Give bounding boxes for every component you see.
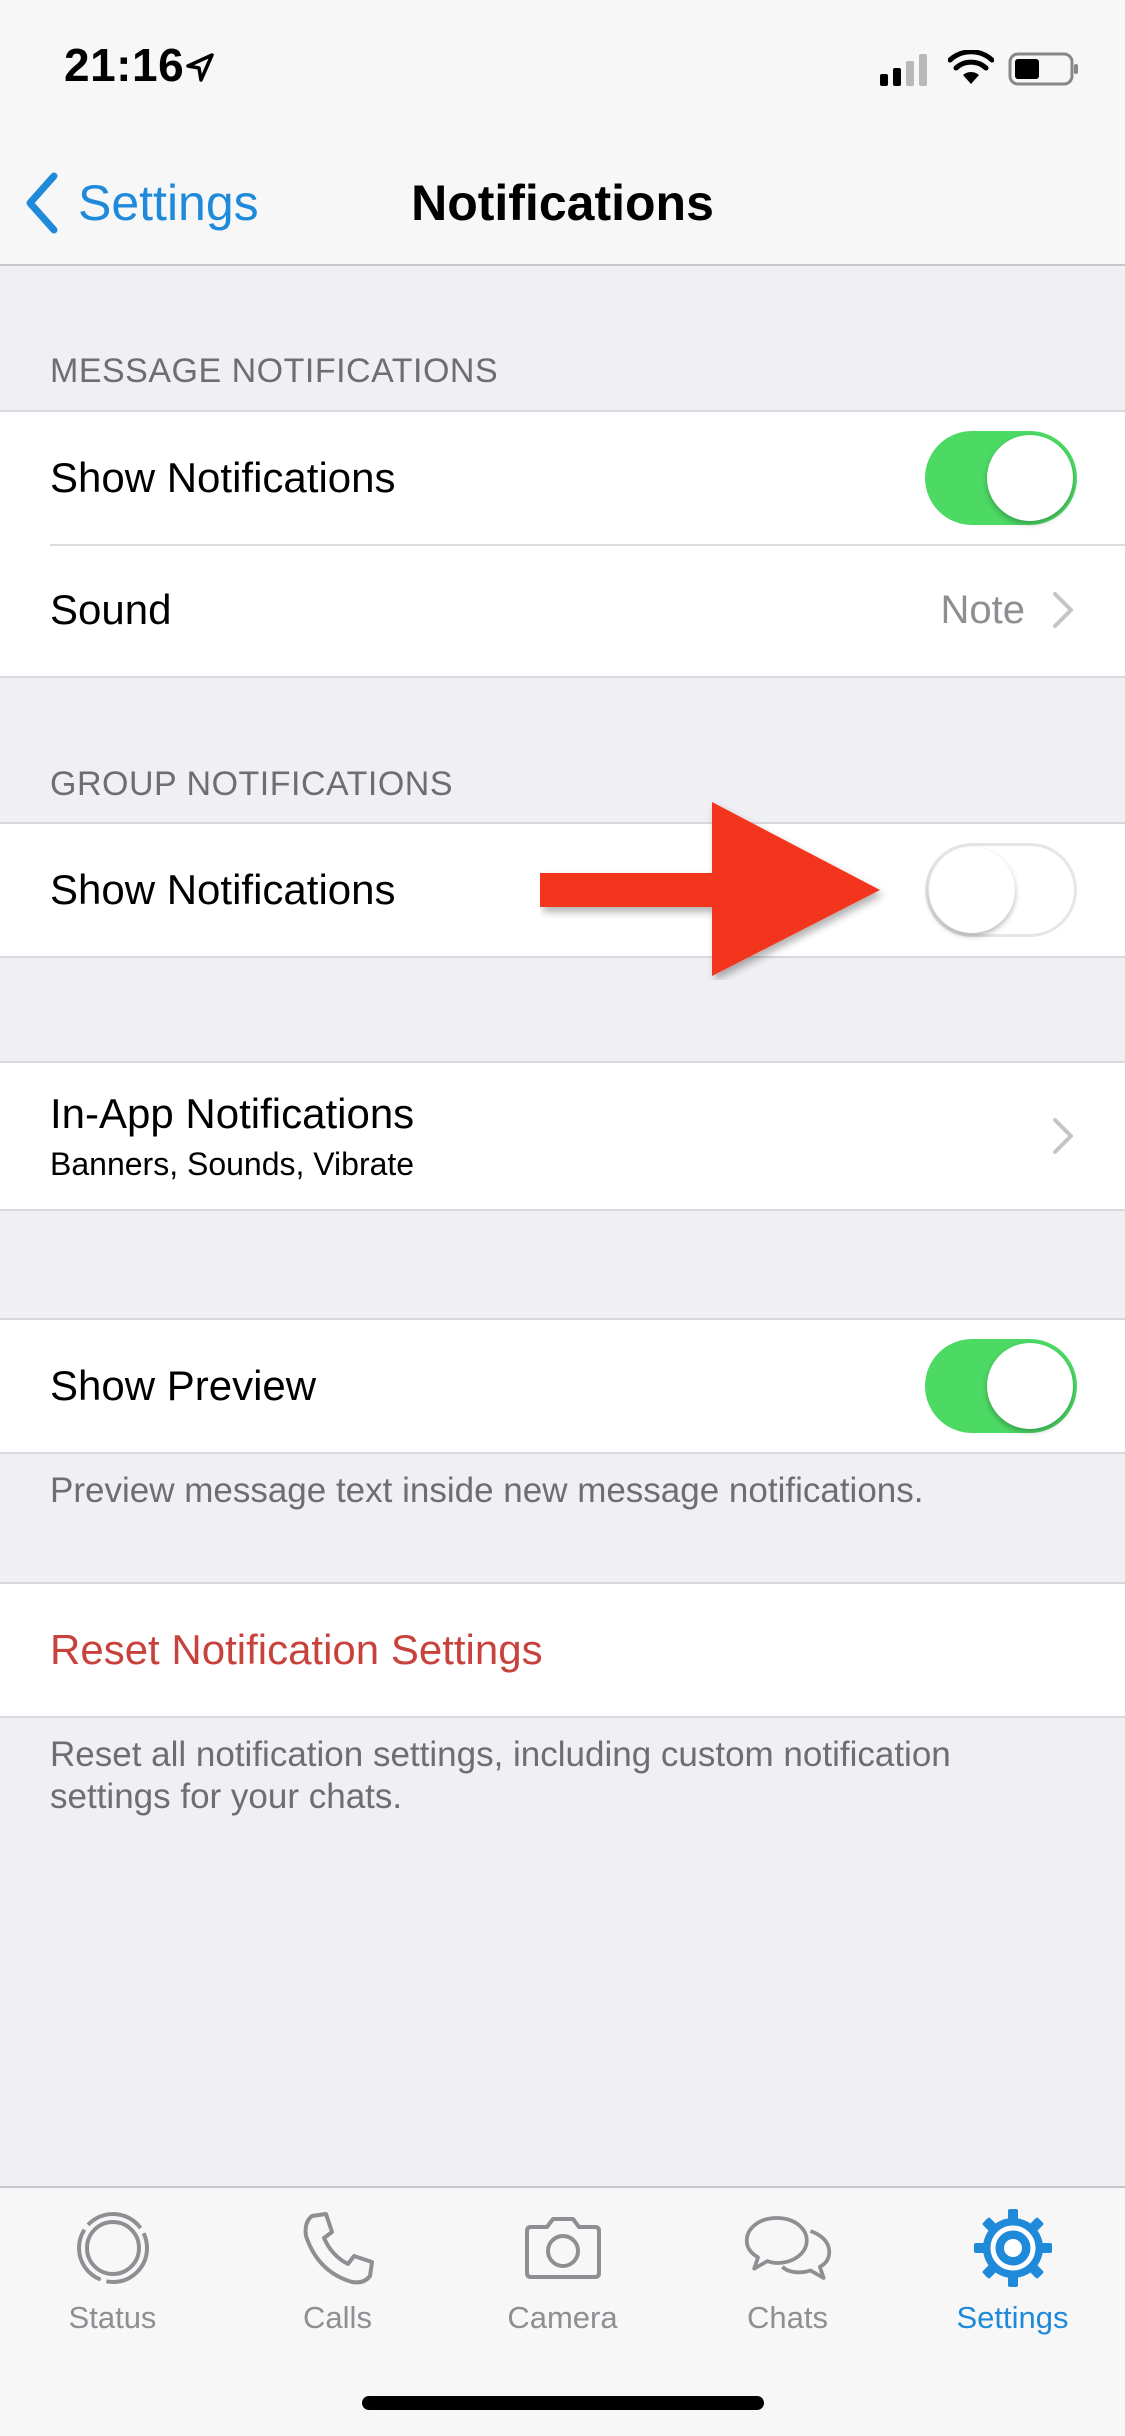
camera-icon <box>518 2208 608 2288</box>
tab-camera[interactable]: Camera <box>450 2208 675 2358</box>
phone-icon <box>293 2208 383 2288</box>
chevron-left-icon <box>26 172 58 234</box>
message-show-notifications-toggle[interactable] <box>925 431 1077 525</box>
message-notifications-group: Show Notifications Sound Note <box>0 410 1125 678</box>
tab-chats[interactable]: Chats <box>675 2208 900 2358</box>
message-show-notifications-row: Show Notifications <box>0 412 1125 544</box>
reset-notification-settings-label: Reset Notification Settings <box>50 1626 543 1673</box>
status-icon <box>68 2208 158 2288</box>
navigation-bar: Notifications Settings <box>0 140 1125 266</box>
notifications-screen: 21:16 Notifications Settings MESSAGE NOT… <box>0 0 1125 2436</box>
in-app-notifications-subtitle: Banners, Sounds, Vibrate <box>50 1145 415 1182</box>
chats-icon <box>743 2208 833 2288</box>
status-time: 21:16 <box>64 39 185 91</box>
toggle-knob <box>987 435 1073 521</box>
chevron-right-icon <box>1053 592 1073 628</box>
in-app-notifications-row[interactable]: In-App Notifications Banners, Sounds, Vi… <box>0 1063 1125 1209</box>
toggle-knob <box>929 847 1015 933</box>
wifi-icon <box>948 50 994 84</box>
home-indicator[interactable] <box>362 2396 764 2410</box>
sound-label: Sound <box>50 586 172 633</box>
cellular-signal-icon <box>880 54 927 86</box>
back-button[interactable]: Settings <box>24 170 259 236</box>
reset-group: Reset Notification Settings <box>0 1582 1125 1718</box>
show-preview-group: Show Preview <box>0 1318 1125 1454</box>
message-notifications-header: MESSAGE NOTIFICATIONS <box>50 352 499 390</box>
in-app-notifications-group: In-App Notifications Banners, Sounds, Vi… <box>0 1061 1125 1211</box>
reset-footer: Reset all notification settings, includi… <box>50 1735 951 1816</box>
in-app-notifications-text: In-App Notifications Banners, Sounds, Vi… <box>50 1090 1051 1183</box>
message-show-notifications-label: Show Notifications <box>50 454 396 501</box>
tab-camera-label: Camera <box>507 2300 618 2335</box>
settings-gear-icon <box>968 2208 1058 2288</box>
back-button-label: Settings <box>78 175 259 231</box>
reset-notification-settings-button[interactable]: Reset Notification Settings <box>0 1584 1125 1716</box>
tab-status-label: Status <box>68 2300 157 2335</box>
red-arrow-annotation <box>540 802 880 976</box>
chevron-right-icon <box>1053 1118 1073 1154</box>
show-preview-row: Show Preview <box>0 1320 1125 1452</box>
battery-icon <box>1008 52 1078 86</box>
location-arrow-icon <box>186 53 214 82</box>
group-notifications-header: GROUP NOTIFICATIONS <box>50 765 454 803</box>
sound-value: Note <box>940 587 1026 632</box>
sound-row[interactable]: Sound Note <box>0 544 1125 676</box>
in-app-notifications-label: In-App Notifications <box>50 1089 415 1137</box>
show-preview-footer: Preview message text inside new message … <box>50 1471 924 1510</box>
toggle-knob <box>987 1343 1073 1429</box>
show-preview-toggle[interactable] <box>925 1339 1077 1433</box>
tab-settings-label: Settings <box>956 2300 1069 2335</box>
tab-chats-label: Chats <box>747 2300 828 2335</box>
tab-calls[interactable]: Calls <box>225 2208 450 2358</box>
group-show-notifications-toggle[interactable] <box>925 843 1077 937</box>
show-preview-label: Show Preview <box>50 1362 317 1409</box>
tab-settings[interactable]: Settings <box>900 2208 1125 2358</box>
tab-calls-label: Calls <box>303 2300 372 2335</box>
status-bar: 21:16 <box>0 0 1125 140</box>
tab-status[interactable]: Status <box>0 2208 225 2358</box>
